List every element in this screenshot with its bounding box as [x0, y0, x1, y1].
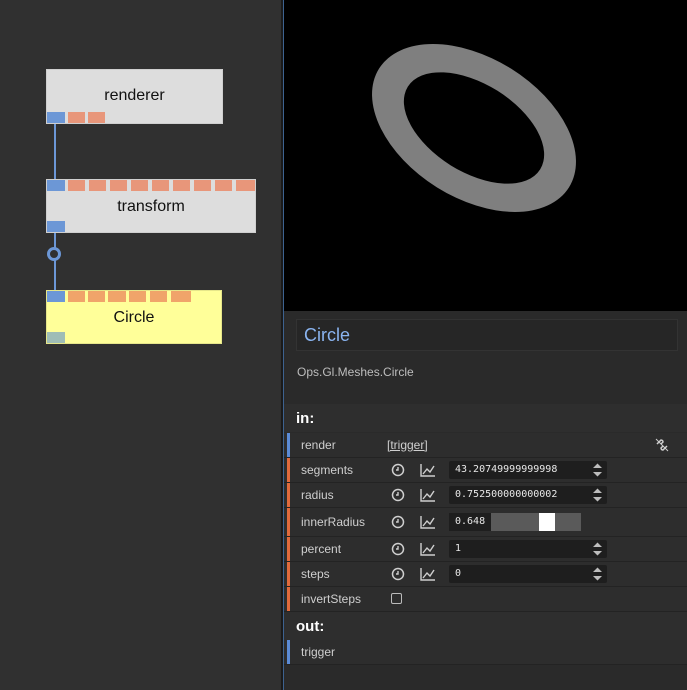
- unlink-icon[interactable]: [654, 437, 670, 453]
- port-type-marker: [287, 483, 290, 507]
- slider-track[interactable]: [491, 513, 581, 531]
- param-row-percent: percent 1: [284, 537, 687, 562]
- ring-render: [372, 44, 576, 212]
- clock-icon[interactable]: [390, 541, 406, 557]
- spinner-icon[interactable]: [593, 488, 602, 502]
- op-label-transform: transform: [117, 198, 185, 215]
- op-circle[interactable]: Circle: [46, 290, 222, 344]
- param-name: render: [301, 438, 336, 452]
- spinner-icon[interactable]: [593, 567, 602, 581]
- outputs-section-header: [284, 612, 687, 640]
- number-value: 1: [455, 543, 462, 554]
- input-port-steps[interactable]: [150, 291, 167, 302]
- slider-thumb[interactable]: [539, 513, 555, 531]
- param-name: radius: [301, 488, 334, 502]
- op-label-renderer: renderer: [104, 87, 165, 104]
- output-port-width[interactable]: [68, 112, 85, 123]
- input-port-posz[interactable]: [110, 180, 127, 191]
- input-port-percent[interactable]: [129, 291, 146, 302]
- port-type-marker: [287, 433, 290, 457]
- graph-icon[interactable]: [420, 541, 436, 557]
- param-name: trigger: [301, 645, 336, 659]
- clock-icon[interactable]: [390, 487, 406, 503]
- param-name: percent: [301, 542, 342, 556]
- clock-icon[interactable]: [390, 462, 406, 478]
- param-row-trigger-out: trigger: [284, 640, 687, 665]
- param-row-segments: segments 43.20749999999998: [284, 458, 687, 483]
- input-port-radius[interactable]: [88, 291, 105, 302]
- number-input-steps[interactable]: 0: [449, 565, 607, 583]
- op-label-circle: Circle: [113, 309, 155, 326]
- param-row-steps: steps 0: [284, 562, 687, 587]
- graph-icon[interactable]: [420, 462, 436, 478]
- op-renderer[interactable]: renderer: [46, 69, 223, 124]
- graph-icon[interactable]: [420, 514, 436, 530]
- number-input-segments[interactable]: 43.20749999999998: [449, 461, 607, 479]
- clock-icon[interactable]: [390, 514, 406, 530]
- inputs-label: in:: [296, 410, 315, 427]
- port-type-marker: [287, 537, 290, 561]
- input-port-innerradius[interactable]: [108, 291, 126, 302]
- op-title-box[interactable]: Circle: [296, 319, 678, 351]
- input-port-scale[interactable]: [131, 180, 148, 191]
- number-value: 0: [455, 568, 462, 579]
- op-namespace-path: Ops.Gl.Meshes.Circle: [297, 365, 414, 379]
- op-transform[interactable]: transform: [46, 179, 256, 233]
- ring-mesh: [372, 44, 576, 212]
- input-port-render[interactable]: [47, 291, 65, 302]
- input-port-posx[interactable]: [68, 180, 85, 191]
- param-name: segments: [301, 463, 354, 477]
- patch-editor[interactable]: renderer transform Circle: [0, 0, 281, 690]
- cable-transform-circle[interactable]: [54, 233, 56, 291]
- spinner-icon[interactable]: [593, 542, 602, 556]
- checkbox-invertsteps[interactable]: [391, 593, 402, 604]
- param-row-radius: radius 0.752500000000002: [284, 483, 687, 508]
- port-type-marker: [287, 458, 290, 482]
- port-type-marker: [287, 562, 290, 586]
- inputs-section-header: [284, 404, 687, 432]
- number-value: 43.20749999999998: [455, 464, 558, 475]
- input-port-render[interactable]: [47, 180, 65, 191]
- input-port-roty[interactable]: [173, 180, 190, 191]
- output-port-trigger[interactable]: [47, 112, 65, 123]
- param-row-innerradius: innerRadius 0.648: [284, 508, 687, 537]
- input-port-extra-2[interactable]: [236, 180, 255, 191]
- param-name: steps: [301, 567, 330, 581]
- input-port-extra-1[interactable]: [215, 180, 232, 191]
- input-port-invertsteps[interactable]: [171, 291, 191, 302]
- spinner-icon[interactable]: [593, 463, 602, 477]
- slider-innerradius[interactable]: 0.648: [449, 513, 581, 531]
- number-input-radius[interactable]: 0.752500000000002: [449, 486, 607, 504]
- outputs-label: out:: [296, 618, 325, 635]
- input-port-posy[interactable]: [89, 180, 106, 191]
- port-type-marker: [287, 640, 290, 664]
- graph-icon[interactable]: [420, 487, 436, 503]
- webgl-preview-canvas[interactable]: [284, 0, 687, 311]
- param-row-invertsteps: invertSteps: [284, 587, 687, 612]
- param-name: innerRadius: [301, 515, 366, 529]
- param-row-render: render [trigger]: [284, 433, 687, 458]
- param-value-trigger[interactable]: [trigger]: [387, 438, 428, 452]
- number-value: 0.752500000000002: [455, 489, 558, 500]
- input-port-segments[interactable]: [68, 291, 85, 302]
- number-input-percent[interactable]: 1: [449, 540, 607, 558]
- slider-value: 0.648: [455, 516, 486, 527]
- param-name: invertSteps: [301, 592, 362, 606]
- output-port-height[interactable]: [88, 112, 105, 123]
- cable-knob[interactable]: [47, 247, 61, 261]
- op-params-panel: Circle Ops.Gl.Meshes.Circle in: render […: [284, 311, 687, 690]
- output-port-trigger[interactable]: [47, 332, 65, 343]
- clock-icon[interactable]: [390, 566, 406, 582]
- port-type-marker: [287, 508, 290, 536]
- input-port-rotx[interactable]: [152, 180, 169, 191]
- cable-renderer-transform[interactable]: [54, 124, 56, 180]
- output-port-trigger[interactable]: [47, 221, 65, 232]
- op-title[interactable]: Circle: [304, 325, 350, 346]
- graph-icon[interactable]: [420, 566, 436, 582]
- port-type-marker: [287, 587, 290, 611]
- input-port-rotz[interactable]: [194, 180, 211, 191]
